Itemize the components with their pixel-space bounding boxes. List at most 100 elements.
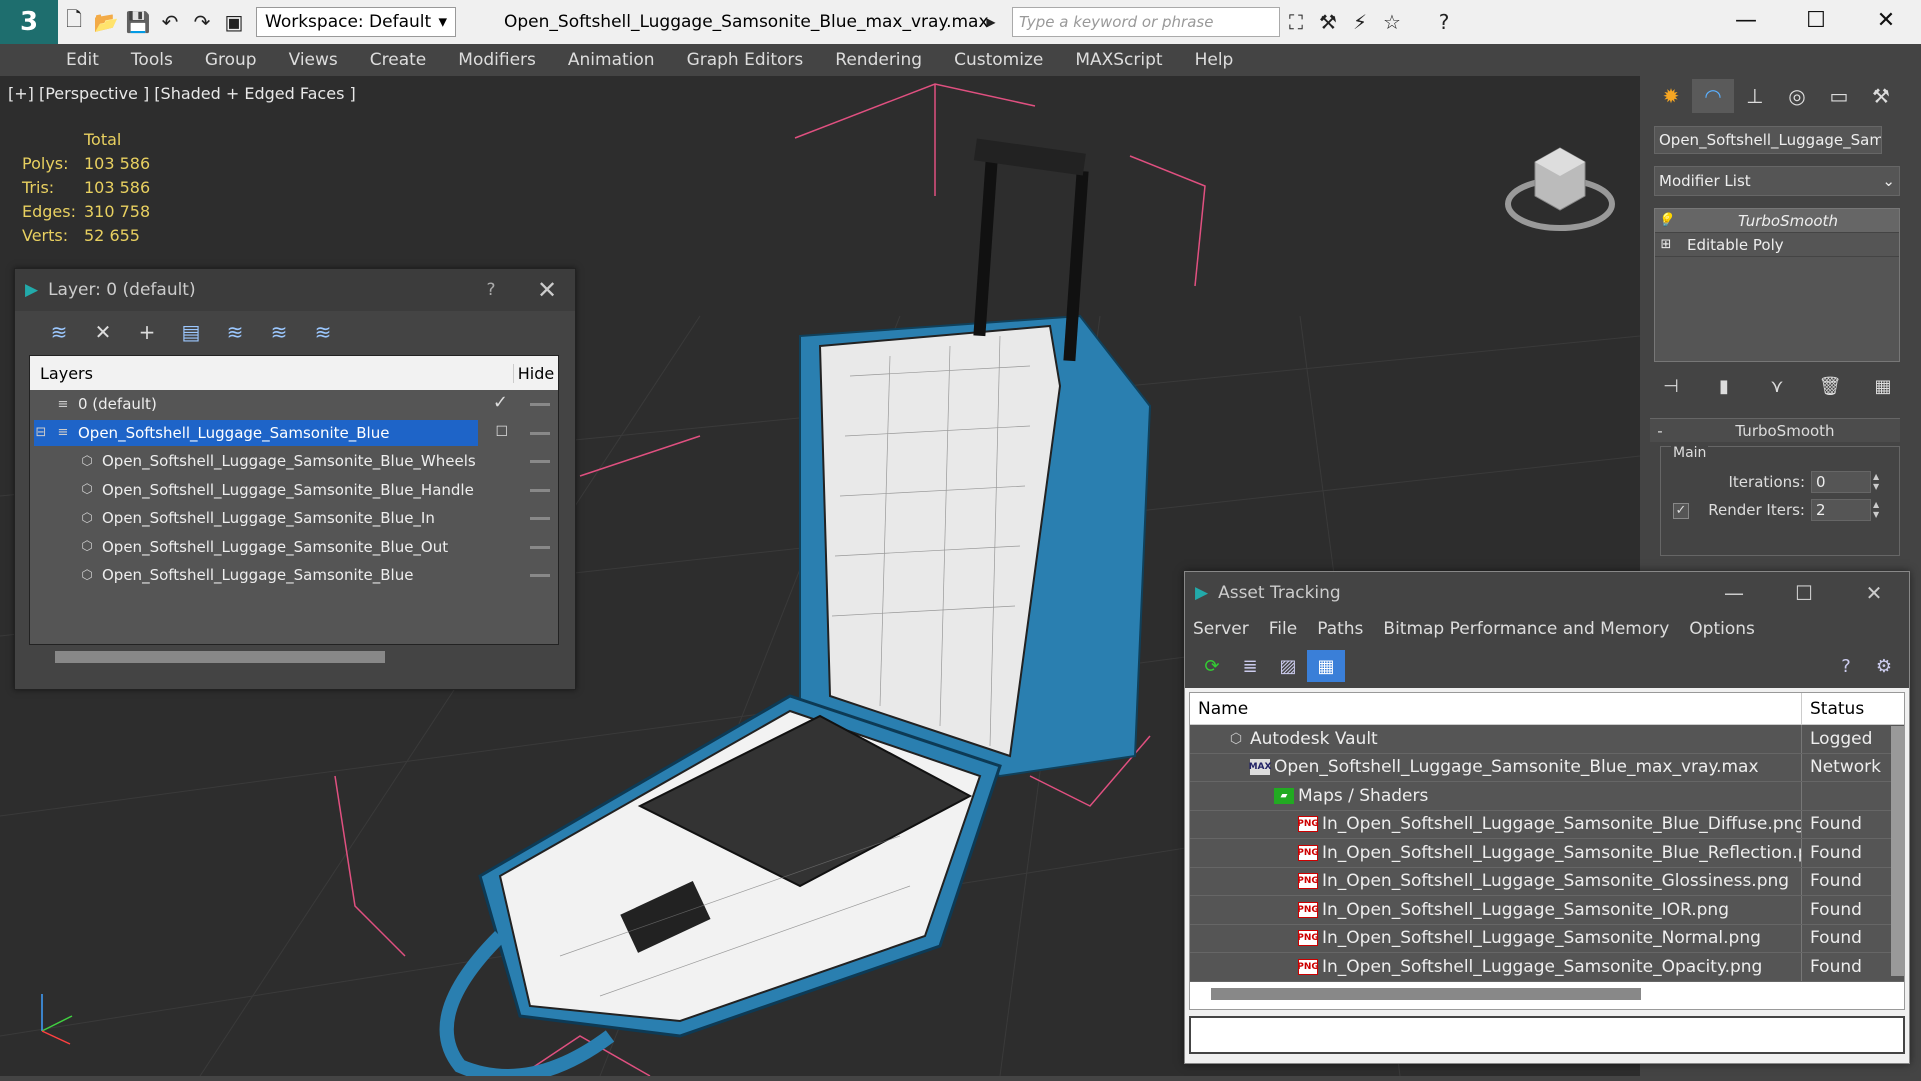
rollout-header[interactable]: - TurboSmooth [1650, 418, 1900, 442]
collapse-icon[interactable]: ⊟ [34, 425, 48, 440]
help-icon[interactable]: ? [1428, 8, 1460, 36]
modify-tab-icon[interactable]: ◠ [1692, 79, 1734, 113]
thumbnail-view-icon[interactable]: ▨ [1269, 650, 1307, 682]
layer-row[interactable]: ⬡ Open_Softshell_Luggage_Samsonite_Blue_W… [30, 447, 558, 476]
hide-toggle[interactable] [530, 574, 550, 577]
layer-row[interactable]: ⬡ Open_Softshell_Luggage_Samsonite_Blue_O… [30, 533, 558, 562]
pin-stack-icon[interactable]: ⊣ [1654, 372, 1688, 400]
iterations-spinner[interactable]: 0 [1811, 471, 1871, 493]
tools-icon[interactable]: ⚒ [1312, 8, 1344, 36]
hierarchy-tab-icon[interactable]: ⊥ [1734, 79, 1776, 113]
create-layer-icon[interactable]: ≋ [37, 315, 81, 349]
asset-row[interactable]: PNG In_Open_Softshell_Luggage_Samsonite_B… [1190, 839, 1904, 868]
vertical-scrollbar[interactable] [1891, 726, 1905, 976]
spinner-arrows-icon[interactable]: ▲ ▼ [1873, 472, 1885, 492]
viewport-label[interactable]: [+] [Perspective ] [Shaded + Edged Faces… [8, 84, 356, 103]
binoculars-icon[interactable]: ⛶ [1280, 8, 1312, 36]
stack-item-turbosmooth[interactable]: 💡 TurboSmooth [1655, 209, 1899, 233]
menu-maxscript[interactable]: MAXScript [1075, 50, 1162, 70]
show-end-result-icon[interactable]: ▮ [1707, 372, 1741, 400]
create-tab-icon[interactable]: ✹ [1650, 79, 1692, 113]
menu-animation[interactable]: Animation [568, 50, 655, 70]
hide-toggle[interactable] [530, 517, 550, 520]
menu-tools[interactable]: Tools [131, 50, 173, 70]
object-name-field[interactable]: Open_Softshell_Luggage_Samso [1654, 126, 1882, 154]
display-tab-icon[interactable]: ▭ [1818, 79, 1860, 113]
app-logo[interactable]: 3 [0, 0, 58, 44]
menu-create[interactable]: Create [370, 50, 427, 70]
layer-dialog-titlebar[interactable]: ▶ Layer: 0 (default) ? ✕ [15, 269, 575, 311]
configure-sets-icon[interactable]: ▦ [1866, 372, 1900, 400]
layer-row[interactable]: ⬡ Open_Softshell_Luggage_Samsonite_Blue [30, 561, 558, 590]
hide-toggle[interactable] [530, 403, 550, 406]
open-file-icon[interactable]: 📂 [90, 8, 122, 36]
highlight-layer-icon[interactable]: ≋ [213, 315, 257, 349]
project-icon[interactable]: ▣ [218, 8, 250, 36]
stack-item-editable-poly[interactable]: ⊞ Editable Poly [1655, 233, 1899, 257]
layer-row[interactable]: ⬡ Open_Softshell_Luggage_Samsonite_Blue_H… [30, 476, 558, 505]
asset-menu-paths[interactable]: Paths [1317, 619, 1363, 639]
workspace-dropdown[interactable]: Workspace: Default ▾ [256, 7, 456, 37]
hide-toggle[interactable] [530, 488, 550, 492]
freeze-all-icon[interactable]: ≋ [301, 315, 345, 349]
col-hide[interactable]: Hide [514, 364, 558, 383]
menu-edit[interactable]: Edit [66, 50, 99, 70]
render-iters-checkbox[interactable]: ✓ [1673, 503, 1689, 519]
help-icon[interactable]: ? [1827, 650, 1865, 682]
menu-rendering[interactable]: Rendering [835, 50, 922, 70]
save-icon[interactable]: 💾 [122, 8, 154, 36]
help-button[interactable]: ? [463, 280, 519, 300]
menu-views[interactable]: Views [289, 50, 338, 70]
new-file-icon[interactable]: 🗋 [58, 7, 90, 36]
menu-help[interactable]: Help [1195, 50, 1234, 70]
maximize-button[interactable]: ☐ [1781, 0, 1851, 40]
minimize-button[interactable]: — [1711, 0, 1781, 40]
utilities-tab-icon[interactable]: ⚒ [1860, 79, 1902, 113]
asset-menu-bitmap-performance[interactable]: Bitmap Performance and Memory [1383, 619, 1669, 639]
undo-icon[interactable]: ↶ [154, 8, 186, 36]
layer-row[interactable]: ⬡ Open_Softshell_Luggage_Samsonite_Blue_I… [30, 504, 558, 533]
delete-layer-icon[interactable]: ✕ [81, 315, 125, 349]
asset-row[interactable]: PNG In_Open_Softshell_Luggage_Samsonite_G… [1190, 867, 1904, 896]
asset-row[interactable]: ▰ Maps / Shaders [1190, 782, 1904, 811]
list-view-icon[interactable]: ≣ [1231, 650, 1269, 682]
layer-row[interactable]: ⊟ ≡ Open_Softshell_Luggage_Samsonite_Blue … [30, 419, 558, 448]
asset-row[interactable]: ⬡ Autodesk Vault Logged [1190, 725, 1904, 754]
hide-toggle[interactable] [530, 431, 550, 435]
asset-menu-file[interactable]: File [1269, 619, 1297, 639]
maximize-button[interactable]: ☐ [1769, 581, 1839, 605]
hide-all-icon[interactable]: ≋ [257, 315, 301, 349]
expand-icon[interactable]: ⊞ [1655, 237, 1677, 252]
horizontal-scrollbar[interactable] [55, 651, 385, 663]
spinner-arrows-icon[interactable]: ▲ ▼ [1873, 500, 1885, 520]
asset-row[interactable]: PNG In_Open_Softshell_Luggage_Samsonite_N… [1190, 924, 1904, 953]
menu-group[interactable]: Group [205, 50, 257, 70]
hide-toggle[interactable] [530, 460, 550, 463]
select-objects-icon[interactable]: ▤ [169, 315, 213, 349]
asset-row[interactable]: MAX Open_Softshell_Luggage_Samsonite_Blue… [1190, 753, 1904, 782]
asset-menu-options[interactable]: Options [1689, 619, 1755, 639]
motion-tab-icon[interactable]: ◎ [1776, 79, 1818, 113]
favorites-icon[interactable]: ☆ [1376, 8, 1408, 36]
asset-row[interactable]: PNG In_Open_Softshell_Luggage_Samsonite_B… [1190, 810, 1904, 839]
asset-row[interactable]: PNG In_Open_Softshell_Luggage_Samsonite_O… [1190, 953, 1904, 982]
make-unique-icon[interactable]: ⋎ [1760, 372, 1794, 400]
asset-path-field[interactable] [1189, 1016, 1905, 1054]
menu-customize[interactable]: Customize [954, 50, 1043, 70]
checkmark-icon[interactable]: ✓ [493, 392, 508, 413]
horizontal-scrollbar[interactable] [1211, 988, 1641, 1000]
menu-graph-editors[interactable]: Graph Editors [687, 50, 804, 70]
lightbulb-icon[interactable]: 💡 [1655, 213, 1677, 228]
viewcube-icon[interactable] [1500, 124, 1620, 234]
render-iters-spinner[interactable]: 2 [1811, 499, 1871, 521]
close-button[interactable]: ✕ [1851, 0, 1921, 40]
asset-menu-server[interactable]: Server [1193, 619, 1249, 639]
col-layers[interactable]: Layers [30, 363, 514, 383]
remove-modifier-icon[interactable]: 🗑 [1813, 372, 1847, 400]
current-layer-box-icon[interactable]: ☐ [495, 424, 508, 440]
layer-row[interactable]: ≡ 0 (default) ✓ [30, 390, 558, 419]
minimize-button[interactable]: — [1699, 581, 1769, 605]
table-view-icon[interactable]: ▦ [1307, 650, 1345, 682]
col-name[interactable]: Name [1190, 693, 1802, 725]
col-status[interactable]: Status [1802, 699, 1904, 719]
